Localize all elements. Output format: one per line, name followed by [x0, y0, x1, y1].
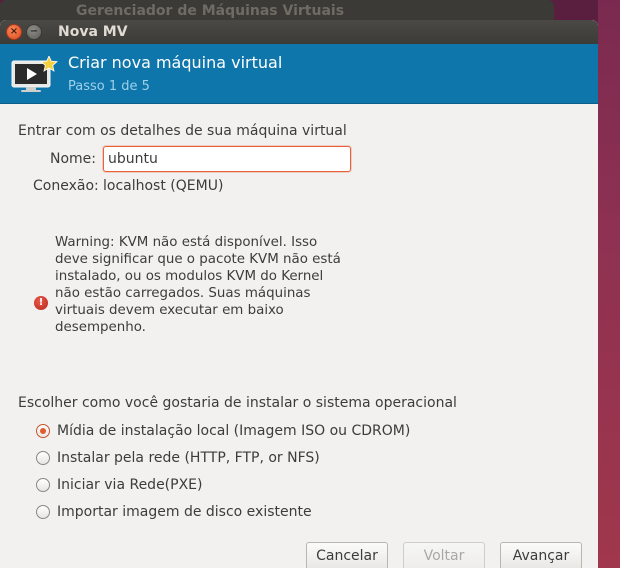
install-option-label: Instalar pela rede (HTTP, FTP, or NFS)	[57, 450, 320, 466]
warning-line: desempenho.	[55, 320, 146, 335]
wizard-content: Entrar com os detalhes de sua máquina vi…	[0, 104, 598, 568]
cancel-button[interactable]: Cancelar	[306, 542, 388, 568]
new-vm-icon	[11, 56, 58, 92]
radio-button[interactable]	[36, 478, 50, 492]
name-input[interactable]	[103, 146, 351, 172]
warning-line: virtuais devem executar em baixo	[55, 303, 284, 318]
warning-line: Warning: KVM não está disponível. Isso	[55, 235, 318, 250]
details-heading: Entrar com os detalhes de sua máquina vi…	[18, 123, 347, 139]
name-label: Nome:	[50, 151, 97, 167]
desktop-background	[598, 0, 620, 568]
install-option-import-disk[interactable]: Importar imagem de disco existente	[36, 502, 312, 522]
forward-button[interactable]: Avançar	[500, 542, 582, 568]
new-vm-dialog: × − Nova MV Criar nova máquina virtual P…	[0, 20, 598, 568]
install-heading: Escolher como você gostaria de instalar …	[18, 395, 457, 411]
close-icon[interactable]: ×	[6, 24, 22, 40]
warning-line: não estão carregados. Suas máquinas	[55, 286, 311, 301]
radio-button[interactable]	[36, 451, 50, 465]
connection-label: Conexão:	[33, 178, 99, 194]
install-option-label: Importar imagem de disco existente	[57, 504, 312, 520]
window-title: Nova MV	[58, 24, 128, 40]
wizard-step: Passo 1 de 5	[68, 79, 150, 94]
connection-value: localhost (QEMU)	[103, 178, 224, 194]
wizard-header: Criar nova máquina virtual Passo 1 de 5	[0, 44, 598, 104]
window-titlebar[interactable]: × − Nova MV	[0, 20, 598, 44]
wizard-title: Criar nova máquina virtual	[68, 53, 283, 72]
warning-line: instalado, ou os modulos KVM do Kernel	[55, 269, 324, 284]
install-option-pxe[interactable]: Iniciar via Rede(PXE)	[36, 475, 202, 495]
error-icon: !	[34, 296, 48, 310]
parent-window-title: Gerenciador de Máquinas Virtuais	[76, 3, 345, 19]
radio-button[interactable]	[36, 424, 50, 438]
install-option-label: Mídia de instalação local (Imagem ISO ou…	[57, 423, 411, 439]
back-button[interactable]: Voltar	[403, 542, 485, 568]
install-option-network[interactable]: Instalar pela rede (HTTP, FTP, or NFS)	[36, 448, 320, 468]
minimize-icon[interactable]: −	[26, 24, 42, 40]
warning-line: deve significar que o pacote KVM não est…	[55, 252, 341, 267]
install-option-local-media[interactable]: Mídia de instalação local (Imagem ISO ou…	[36, 421, 410, 441]
kvm-warning-text: Warning: KVM não está disponível. Isso d…	[55, 234, 355, 336]
install-option-label: Iniciar via Rede(PXE)	[57, 477, 203, 493]
radio-button[interactable]	[36, 505, 50, 519]
